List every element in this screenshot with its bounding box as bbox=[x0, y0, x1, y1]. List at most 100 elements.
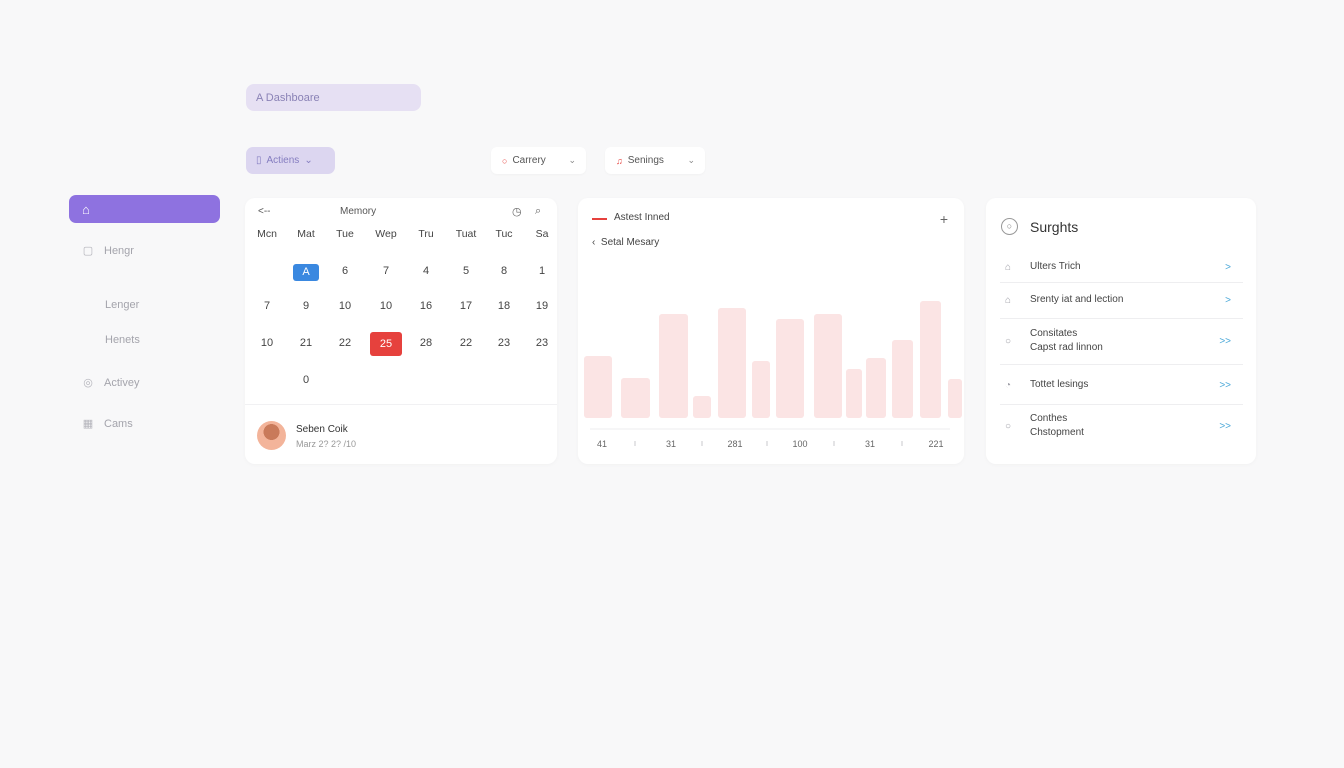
insight-row[interactable]: ⌂ Srenty iat and lection > bbox=[1000, 293, 1243, 307]
settings-dropdown[interactable]: ♫ Senings ⌄ bbox=[605, 147, 705, 174]
insight-label-line2: Chstopment bbox=[1030, 427, 1084, 438]
avatar[interactable] bbox=[257, 421, 286, 450]
chevron-right-icon: > bbox=[1225, 261, 1231, 273]
double-chevron-icon: >> bbox=[1219, 379, 1231, 391]
calendar-day[interactable]: 10 bbox=[252, 337, 282, 349]
chart-bar[interactable] bbox=[659, 314, 688, 418]
calendar-day[interactable]: 8 bbox=[489, 265, 519, 277]
chart-bar[interactable] bbox=[752, 361, 770, 418]
calendar-day[interactable]: 25 bbox=[370, 332, 402, 356]
weekday-header: Tue bbox=[336, 228, 354, 240]
home-icon: ⌂ bbox=[1004, 261, 1012, 273]
insight-row[interactable]: ⌂ Ulters Trich > bbox=[1000, 260, 1243, 274]
insight-label-line2: Capst rad linnon bbox=[1030, 342, 1103, 353]
calendar-day[interactable]: 6 bbox=[330, 265, 360, 277]
chart-bar[interactable] bbox=[814, 314, 842, 418]
insight-row[interactable]: ◔ Tottet lesings >> bbox=[1000, 378, 1243, 392]
circle-icon: ○ bbox=[1004, 335, 1012, 347]
calendar-day[interactable]: 16 bbox=[411, 300, 441, 312]
calendar-title: Memory bbox=[340, 206, 377, 217]
calendar-day[interactable]: 7 bbox=[371, 265, 401, 277]
calendar-day[interactable]: 5 bbox=[451, 265, 481, 277]
calendar-day[interactable]: 21 bbox=[291, 337, 321, 349]
clock-icon[interactable]: ◷ bbox=[512, 205, 522, 218]
x-tick-label: 41 bbox=[597, 439, 607, 449]
weekday-header: Mat bbox=[297, 228, 315, 240]
insight-label: Consitates Capst rad linnon bbox=[1030, 327, 1103, 355]
actions-dropdown[interactable]: ▯ Actiens ⌄ bbox=[246, 147, 335, 174]
building-icon: ⌂ bbox=[1004, 294, 1012, 306]
calendar-day[interactable]: 10 bbox=[330, 300, 360, 312]
music-icon: ♫ bbox=[616, 155, 623, 166]
settings-label: Senings bbox=[627, 155, 664, 166]
weekday-header: Tru bbox=[418, 228, 434, 240]
calendar-day[interactable]: 1 bbox=[527, 265, 557, 277]
chevron-down-icon: ⌄ bbox=[568, 155, 576, 165]
insight-label: Srenty iat and lection bbox=[1030, 294, 1124, 305]
calendar-day[interactable]: 18 bbox=[489, 300, 519, 312]
back-button[interactable]: <-- bbox=[258, 206, 271, 217]
sidebar-item-activity[interactable]: ◎ Activey bbox=[82, 376, 139, 390]
calendar-day[interactable]: A bbox=[293, 264, 319, 281]
divider bbox=[1000, 318, 1243, 319]
search-icon[interactable]: ⌕ bbox=[535, 205, 541, 218]
calendar-day[interactable]: 22 bbox=[451, 337, 481, 349]
insight-label-line1: Conthes bbox=[1030, 413, 1068, 424]
x-tick-label: 31 bbox=[666, 439, 676, 449]
chart-bar[interactable] bbox=[846, 369, 862, 418]
bar-chart: 41 31 281 100 31 221 bbox=[584, 301, 962, 449]
chart-bar[interactable] bbox=[718, 308, 746, 418]
dashboard-breadcrumb[interactable]: A Dashboare bbox=[246, 84, 421, 111]
chart-bar[interactable] bbox=[693, 396, 711, 418]
chart-card: Astest Inned + ‹ Setal Mesary 41 31 281 100… bbox=[578, 198, 964, 464]
calendar-day[interactable]: 22 bbox=[330, 337, 360, 349]
sidebar-item-henets[interactable]: Henets bbox=[105, 334, 140, 346]
calendar-day[interactable]: 23 bbox=[489, 337, 519, 349]
calendar-day[interactable]: 0 bbox=[291, 374, 321, 386]
chevron-down-icon: ⌄ bbox=[687, 155, 695, 165]
insight-row[interactable]: ○ Conthes Chstopment >> bbox=[1000, 412, 1243, 440]
chart-bar[interactable] bbox=[892, 340, 913, 418]
divider bbox=[1000, 282, 1243, 283]
chart-bar[interactable] bbox=[866, 358, 886, 418]
sidebar-item-hengr[interactable]: ▢ Hengr bbox=[82, 244, 134, 258]
x-tick-label: 281 bbox=[727, 439, 742, 449]
chart-bar[interactable] bbox=[776, 319, 804, 418]
x-tick-label: 31 bbox=[865, 439, 875, 449]
sidebar-item-cams[interactable]: ▦ Cams bbox=[82, 417, 133, 431]
calendar-day[interactable]: 19 bbox=[527, 300, 557, 312]
divider bbox=[1000, 364, 1243, 365]
user-name: Seben Coik bbox=[296, 424, 348, 435]
x-tick-label: 221 bbox=[928, 439, 943, 449]
calendar-day[interactable]: 28 bbox=[411, 337, 441, 349]
insight-label: Tottet lesings bbox=[1030, 379, 1089, 390]
sidebar-item-label: Lenger bbox=[105, 299, 140, 311]
chevron-right-icon: > bbox=[1225, 294, 1231, 306]
calendar-day[interactable]: 9 bbox=[291, 300, 321, 312]
sidebar-item-label: Henets bbox=[105, 334, 140, 346]
calendar-day[interactable]: 4 bbox=[411, 265, 441, 277]
chart-bar[interactable] bbox=[948, 379, 962, 418]
home-icon: ⌂ bbox=[82, 201, 90, 217]
sidebar-item-lenger[interactable]: Lenger bbox=[105, 299, 139, 311]
divider bbox=[245, 404, 557, 405]
dashboard-label: A Dashboare bbox=[256, 91, 320, 104]
insights-card: ○ Surghts ⌂ Ulters Trich > ⌂ Srenty iat … bbox=[986, 198, 1256, 464]
sidebar-item-label: Cams bbox=[104, 417, 133, 430]
calendar-day[interactable]: 17 bbox=[451, 300, 481, 312]
calendar-day[interactable]: 23 bbox=[527, 337, 557, 349]
insight-label: Ulters Trich bbox=[1030, 261, 1081, 272]
chart-bar[interactable] bbox=[920, 301, 941, 418]
chart-bar[interactable] bbox=[621, 378, 650, 418]
user-date: Marz 2? 2? /10 bbox=[296, 439, 357, 449]
calendar-day[interactable]: 10 bbox=[371, 300, 401, 312]
weekday-header: Mcn bbox=[257, 228, 277, 240]
insight-row[interactable]: ○ Consitates Capst rad linnon >> bbox=[1000, 327, 1243, 355]
trash-icon: ▯ bbox=[256, 155, 262, 166]
calendar-day[interactable]: 7 bbox=[252, 300, 282, 312]
category-dropdown[interactable]: ○ Carrery ⌄ bbox=[491, 147, 586, 174]
user-icon: ○ bbox=[1001, 218, 1018, 235]
grid-icon: ▦ bbox=[82, 418, 94, 430]
chart-bar[interactable] bbox=[584, 356, 612, 418]
sidebar-item-home[interactable]: ⌂ bbox=[69, 195, 220, 223]
